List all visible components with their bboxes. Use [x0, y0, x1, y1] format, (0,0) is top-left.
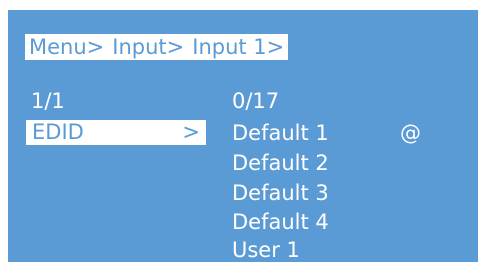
menu-item-edid[interactable]: EDID > [26, 120, 206, 145]
active-marker: @ [400, 121, 421, 145]
option-default-3[interactable]: Default 3 [232, 180, 329, 206]
breadcrumb: Menu> Input> Input 1> [25, 34, 289, 60]
breadcrumb-input[interactable]: Input> [112, 35, 184, 59]
breadcrumb-menu[interactable]: Menu> [29, 35, 104, 59]
menu-item-edid-label: EDID [32, 120, 84, 144]
lcd-screen: Menu> Input> Input 1> 1/1 EDID > 0/17 Defa… [8, 10, 478, 262]
menu-page-indicator: 1/1 [31, 89, 65, 113]
submenu-arrow-icon: > [182, 120, 200, 144]
option-default-2[interactable]: Default 2 [232, 150, 329, 176]
option-user-1[interactable]: User 1 [232, 237, 300, 262]
submenu-count: 0/17 [232, 89, 280, 113]
option-default-1[interactable]: Default 1 [232, 120, 329, 146]
option-default-4[interactable]: Default 4 [232, 209, 329, 235]
breadcrumb-input-1[interactable]: Input 1> [192, 35, 284, 59]
